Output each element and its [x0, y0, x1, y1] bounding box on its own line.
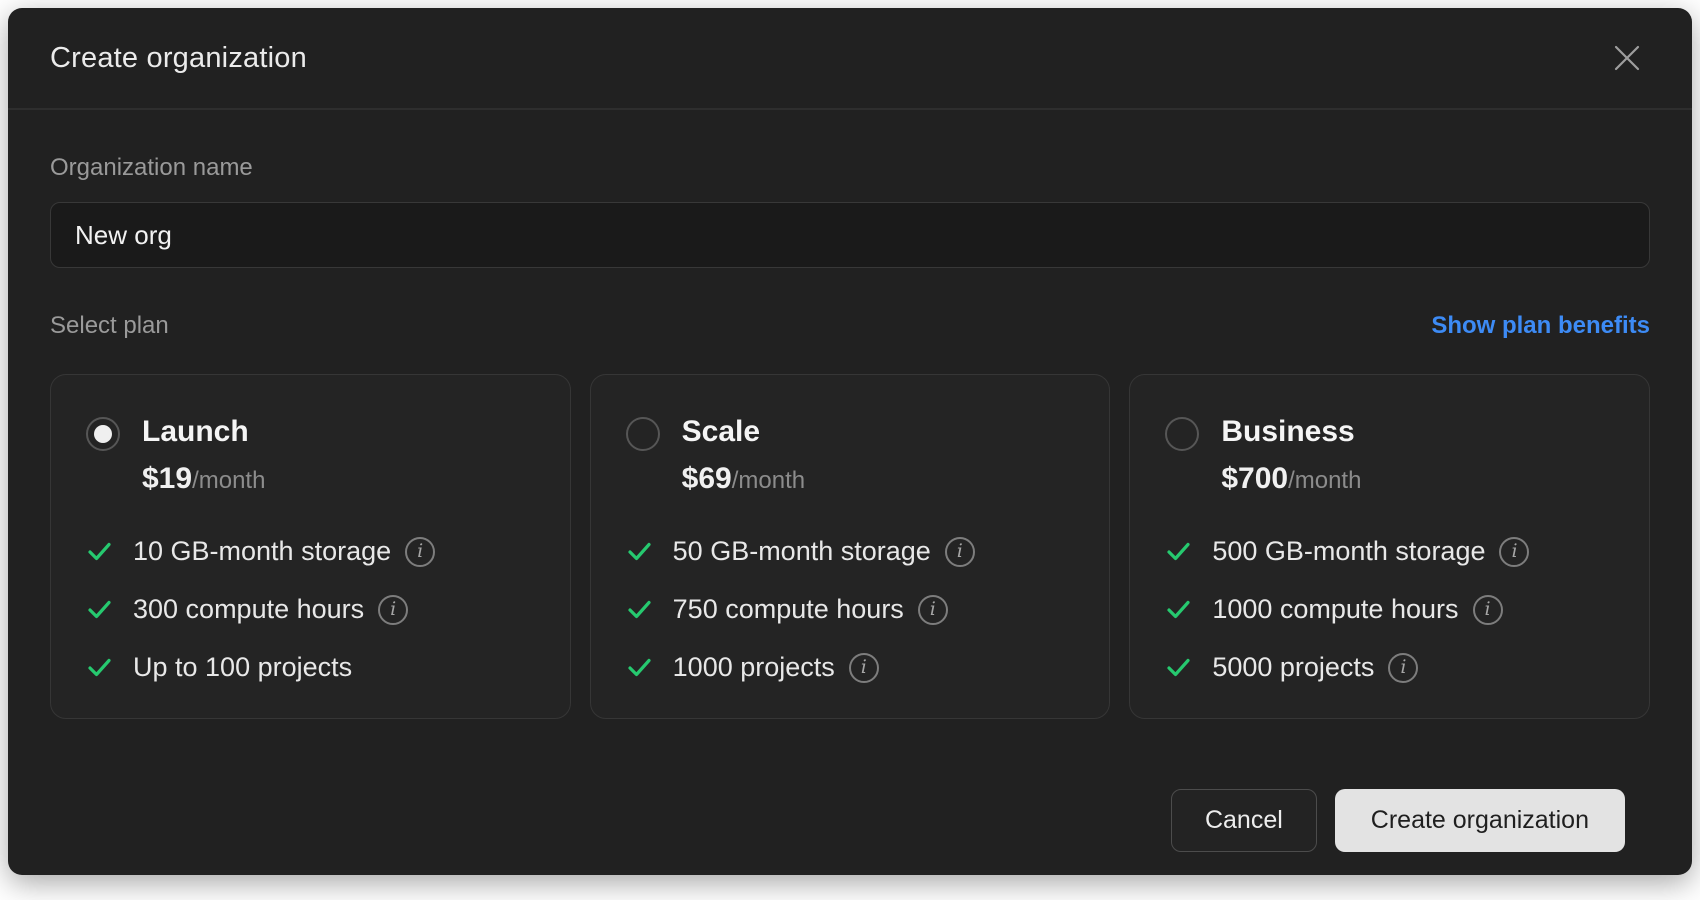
info-icon[interactable]: i	[378, 595, 408, 625]
feature-item: 500 GB-month storage i	[1165, 536, 1621, 567]
feature-item: 5000 projects i	[1165, 652, 1621, 683]
radio-business[interactable]	[1165, 417, 1199, 451]
radio-dot	[94, 425, 112, 443]
price-amount: $69	[682, 462, 732, 495]
price-period: /month	[732, 467, 805, 494]
price-period: /month	[1288, 467, 1361, 494]
info-icon[interactable]: i	[1473, 595, 1503, 625]
feature-list: 500 GB-month storage i 1000 compute hour…	[1165, 536, 1621, 683]
plan-card-scale[interactable]: Scale $69/month 50 GB-month storage i	[590, 374, 1111, 719]
check-icon	[1165, 538, 1192, 565]
check-icon	[1165, 654, 1192, 681]
org-name-input[interactable]	[50, 202, 1650, 268]
radio-launch[interactable]	[86, 417, 120, 451]
page-title: Create organization	[50, 42, 307, 75]
select-plan-row: Select plan Show plan benefits	[50, 312, 1650, 340]
feature-text: 50 GB-month storage	[673, 536, 931, 567]
check-icon	[626, 538, 653, 565]
check-icon	[86, 538, 113, 565]
dialog-body: Organization name Select plan Show plan …	[8, 110, 1692, 719]
feature-text: 750 compute hours	[673, 594, 904, 625]
feature-text: 10 GB-month storage	[133, 536, 391, 567]
price-period: /month	[192, 467, 265, 494]
feature-item: 1000 compute hours i	[1165, 594, 1621, 625]
dialog-header: Create organization	[8, 8, 1692, 110]
plan-head: Scale $69/month	[626, 415, 1082, 496]
info-icon[interactable]: i	[849, 653, 879, 683]
show-plan-benefits-link[interactable]: Show plan benefits	[1431, 312, 1650, 340]
plan-cards: Launch $19/month 10 GB-month storage i	[50, 374, 1650, 719]
close-icon	[1612, 43, 1642, 73]
info-icon[interactable]: i	[405, 537, 435, 567]
plan-card-launch[interactable]: Launch $19/month 10 GB-month storage i	[50, 374, 571, 719]
check-icon	[1165, 596, 1192, 623]
plan-head: Business $700/month	[1165, 415, 1621, 496]
plan-price: $700/month	[1221, 462, 1361, 496]
plan-price: $19/month	[142, 462, 265, 496]
create-organization-dialog: Create organization Organization name Se…	[8, 8, 1692, 875]
info-icon[interactable]: i	[945, 537, 975, 567]
org-name-label: Organization name	[50, 154, 1650, 182]
feature-item: 50 GB-month storage i	[626, 536, 1082, 567]
feature-text: 1000 compute hours	[1212, 594, 1458, 625]
feature-item: Up to 100 projects	[86, 652, 542, 683]
feature-item: 10 GB-month storage i	[86, 536, 542, 567]
plan-card-business[interactable]: Business $700/month 500 GB-month storage…	[1129, 374, 1650, 719]
info-icon[interactable]: i	[918, 595, 948, 625]
check-icon	[86, 654, 113, 681]
feature-text: Up to 100 projects	[133, 652, 352, 683]
plan-name: Business	[1221, 415, 1361, 448]
plan-name: Launch	[142, 415, 265, 448]
create-organization-button[interactable]: Create organization	[1335, 789, 1625, 852]
select-plan-label: Select plan	[50, 312, 169, 340]
feature-item: 750 compute hours i	[626, 594, 1082, 625]
check-icon	[86, 596, 113, 623]
check-icon	[626, 596, 653, 623]
plan-price: $69/month	[682, 462, 805, 496]
plan-head: Launch $19/month	[86, 415, 542, 496]
feature-list: 10 GB-month storage i 300 compute hours …	[86, 536, 542, 683]
plan-name: Scale	[682, 415, 805, 448]
close-button[interactable]	[1606, 37, 1648, 79]
feature-item: 300 compute hours i	[86, 594, 542, 625]
feature-text: 300 compute hours	[133, 594, 364, 625]
feature-text: 5000 projects	[1212, 652, 1374, 683]
feature-text: 500 GB-month storage	[1212, 536, 1485, 567]
dialog-footer: Cancel Create organization	[8, 789, 1692, 875]
feature-list: 50 GB-month storage i 750 compute hours …	[626, 536, 1082, 683]
feature-item: 1000 projects i	[626, 652, 1082, 683]
price-amount: $700	[1221, 462, 1288, 495]
info-icon[interactable]: i	[1388, 653, 1418, 683]
price-amount: $19	[142, 462, 192, 495]
info-icon[interactable]: i	[1499, 537, 1529, 567]
check-icon	[626, 654, 653, 681]
radio-scale[interactable]	[626, 417, 660, 451]
feature-text: 1000 projects	[673, 652, 835, 683]
cancel-button[interactable]: Cancel	[1171, 789, 1317, 852]
